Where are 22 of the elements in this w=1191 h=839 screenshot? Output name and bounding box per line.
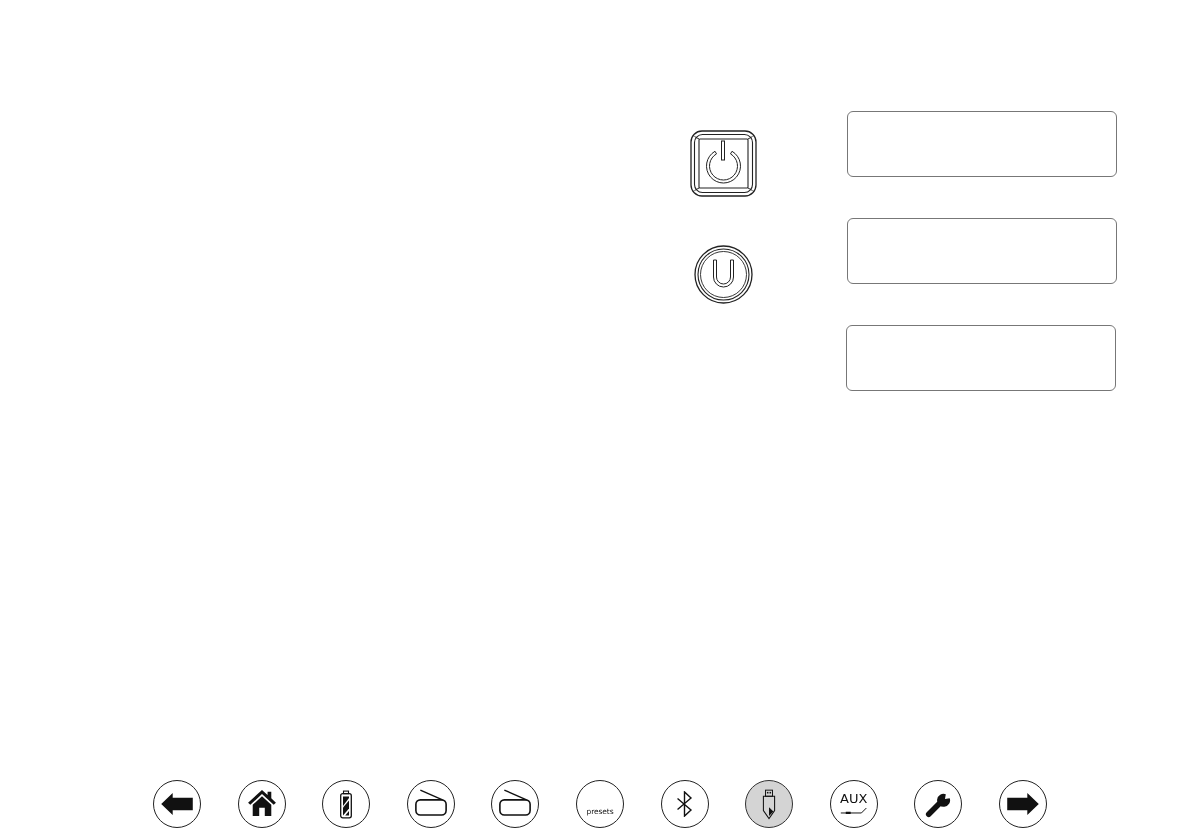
settings-button[interactable]	[914, 780, 963, 828]
bluetooth-icon	[676, 791, 694, 817]
usb-stick-icon	[762, 788, 777, 820]
radio-icon	[414, 788, 447, 816]
forward-button[interactable]	[998, 780, 1047, 828]
arrow-right-icon	[1006, 793, 1039, 815]
radio-mode-button[interactable]	[491, 780, 540, 828]
arrow-left-icon	[161, 793, 193, 815]
round-u-button-icon	[694, 245, 753, 304]
home-button[interactable]	[237, 780, 286, 828]
usb-button[interactable]	[745, 780, 794, 828]
power-button-icon	[690, 130, 757, 197]
house-icon	[247, 790, 276, 816]
bluetooth-button[interactable]	[660, 780, 709, 828]
radio-icon	[499, 788, 532, 816]
back-button[interactable]	[153, 780, 201, 828]
cable-icon	[839, 807, 868, 814]
radio-mode-button[interactable]	[406, 780, 455, 828]
battery-button[interactable]	[322, 780, 371, 828]
aux-button[interactable]: AUX	[829, 780, 878, 828]
wrench-icon	[925, 792, 952, 818]
battery-icon	[340, 789, 353, 819]
